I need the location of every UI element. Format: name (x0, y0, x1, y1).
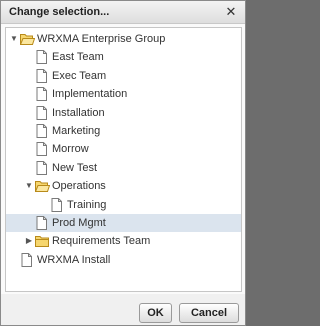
folder-open-icon (34, 179, 51, 193)
tree-row[interactable]: Marketing (6, 122, 241, 140)
tree-item-label: Operations (52, 180, 106, 193)
close-icon[interactable]: ✕ (223, 4, 239, 20)
tree-item-label: Exec Team (52, 69, 107, 82)
expand-arrow-icon[interactable]: ▼ (24, 177, 34, 195)
cancel-button[interactable]: Cancel (179, 303, 239, 323)
tree-row[interactable]: New Test (6, 159, 241, 177)
tree-item-label: Training (67, 198, 107, 211)
tree-row[interactable]: ▶ Requirements Team (6, 232, 241, 250)
tree-item-label: WRXMA Enterprise Group (37, 33, 166, 45)
tree-row[interactable]: Training (6, 196, 241, 214)
tree-item-label: Installation (52, 106, 105, 119)
tree-item-label: New Test (52, 161, 98, 174)
document-icon (50, 197, 63, 212)
tree-row[interactable]: ▼ Operations (6, 177, 241, 195)
tree-item-label: East Team (52, 51, 104, 64)
tree-item-label: Morrow (52, 143, 89, 156)
tree-row[interactable]: ▼ WRXMA Enterprise Group (6, 30, 241, 48)
tree-row[interactable]: Exec Team (6, 67, 241, 85)
tree-row[interactable]: Installation (6, 104, 241, 122)
document-icon (35, 68, 48, 83)
document-icon (20, 252, 33, 267)
document-icon (35, 160, 48, 175)
document-icon (35, 50, 48, 65)
tree-panel: ▼ WRXMA Enterprise Group East Team Exec Tea… (5, 27, 242, 292)
dialog-footer: OK Cancel (1, 294, 245, 325)
change-selection-dialog: Change selection... ✕ ▼ WRXMA Enterprise … (0, 0, 246, 326)
tree-item-label: Requirements Team (52, 235, 151, 248)
folder-open-icon (19, 32, 36, 46)
tree-item-label: Prod Mgmt (52, 217, 106, 229)
tree-row[interactable]: East Team (6, 48, 241, 66)
tree-item-label: Implementation (52, 88, 128, 101)
tree-row[interactable]: Implementation (6, 85, 241, 103)
document-icon (35, 124, 48, 138)
dialog-titlebar[interactable]: Change selection... ✕ (1, 1, 245, 24)
tree-item-label: Marketing (52, 125, 101, 137)
collapse-arrow-icon[interactable]: ▶ (24, 232, 34, 250)
document-icon (35, 216, 48, 230)
tree-row[interactable]: Prod Mgmt (6, 214, 241, 232)
document-icon (35, 87, 48, 102)
folder-closed-icon (35, 234, 49, 248)
tree-row[interactable]: WRXMA Install (6, 251, 241, 269)
document-icon (35, 142, 48, 157)
tree-row[interactable]: Morrow (6, 140, 241, 158)
expand-arrow-icon[interactable]: ▼ (9, 30, 19, 48)
dialog-title: Change selection... (9, 6, 110, 18)
ok-button[interactable]: OK (139, 303, 172, 323)
document-icon (35, 105, 48, 120)
tree-item-label: WRXMA Install (37, 253, 111, 266)
